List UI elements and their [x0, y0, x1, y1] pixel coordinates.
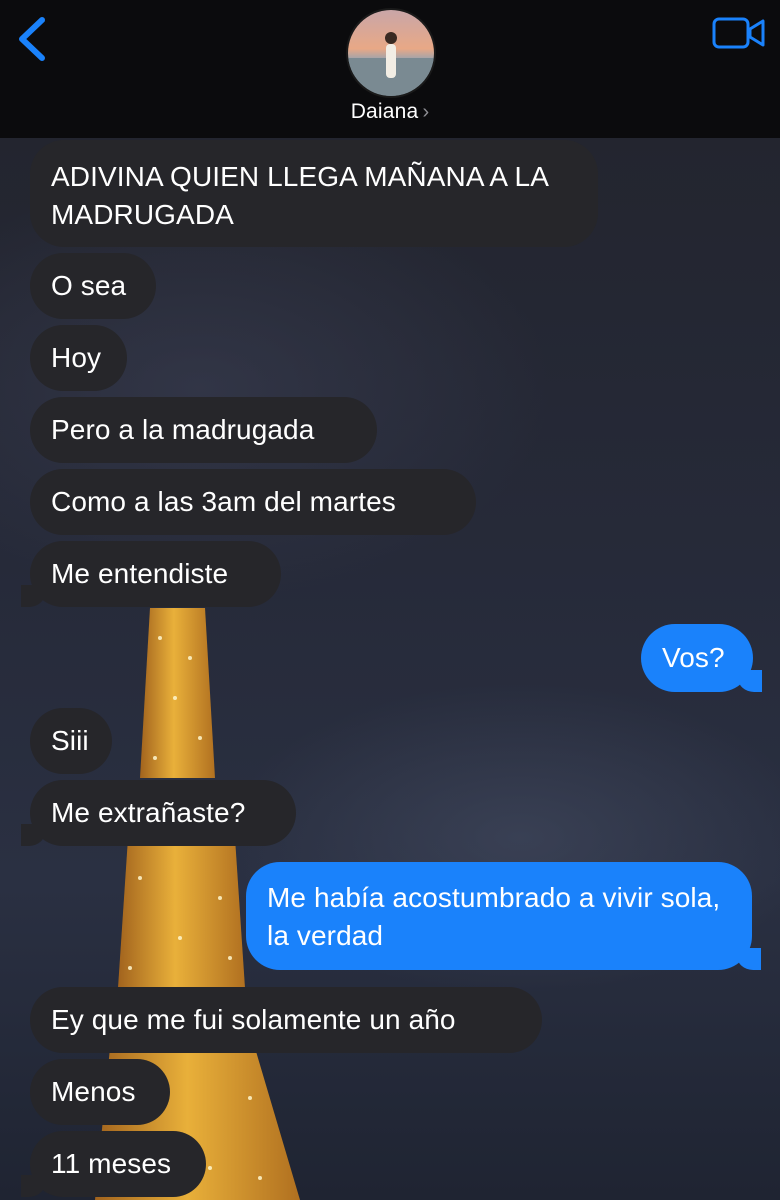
- message-received[interactable]: Ey que me fui solamente un año: [30, 987, 542, 1053]
- message-sent[interactable]: Me había acostumbrado a vivir sola, la v…: [246, 862, 761, 970]
- message-received[interactable]: Hoy: [30, 325, 127, 391]
- message-received[interactable]: Como a las 3am del martes: [30, 469, 476, 535]
- contact-name: Daiana: [350, 100, 419, 123]
- message-received[interactable]: Menos: [30, 1059, 170, 1125]
- conversation-header: Daiana ›: [0, 0, 780, 138]
- message-received[interactable]: 11 meses: [21, 1131, 206, 1197]
- message-text: Vos?: [662, 642, 725, 673]
- contact-name-button[interactable]: Daiana ›: [0, 100, 780, 124]
- message-text: Pero a la madrugada: [51, 414, 315, 445]
- message-received[interactable]: Siii: [30, 708, 112, 774]
- chevron-left-icon[interactable]: [14, 14, 54, 64]
- message-text: Como a las 3am del martes: [51, 486, 396, 517]
- message-text: Siii: [51, 725, 89, 756]
- message-received[interactable]: ADIVINA QUIEN LLEGA MAÑANA A LA MADRUGAD…: [30, 140, 598, 247]
- message-text: Ey que me fui solamente un año: [51, 1004, 456, 1035]
- message-text: Me entendiste: [51, 558, 229, 589]
- message-text: O sea: [51, 270, 127, 301]
- message-text: 11 meses: [51, 1148, 172, 1179]
- message-text: Me había acostumbrado a vivir sola, la v…: [267, 882, 721, 951]
- message-text: ADIVINA QUIEN LLEGA MAÑANA A LA MADRUGAD…: [51, 160, 548, 230]
- message-text: Menos: [51, 1076, 136, 1107]
- chevron-right-icon: ›: [422, 101, 430, 123]
- message-sent[interactable]: Vos?: [641, 624, 762, 692]
- message-text: Me extrañaste?: [51, 797, 246, 828]
- message-text: Hoy: [51, 342, 102, 373]
- message-received[interactable]: Me entendiste: [21, 541, 281, 607]
- message-received[interactable]: Pero a la madrugada: [30, 397, 377, 463]
- message-received[interactable]: Me extrañaste?: [21, 780, 296, 846]
- message-received[interactable]: O sea: [30, 253, 156, 319]
- video-camera-icon[interactable]: [712, 16, 766, 50]
- avatar[interactable]: [346, 8, 436, 98]
